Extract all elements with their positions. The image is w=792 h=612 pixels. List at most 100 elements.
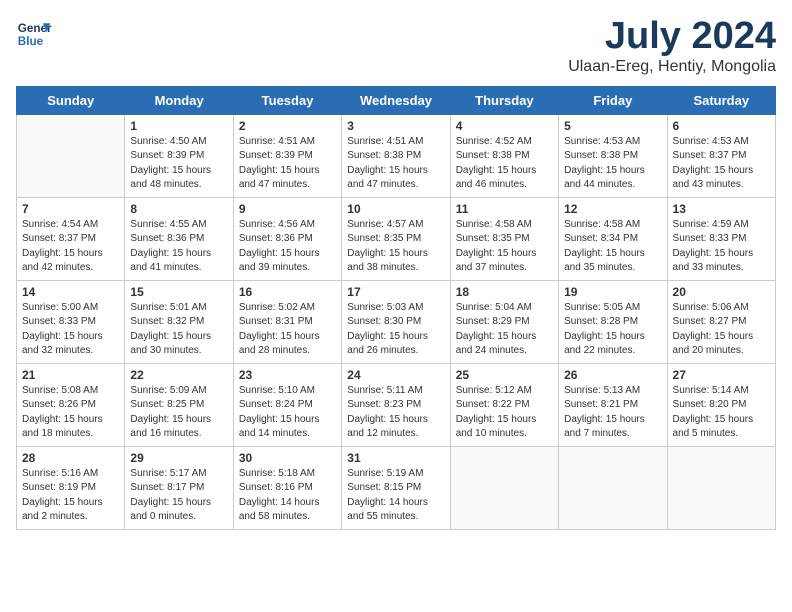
day-info: Sunrise: 4:50 AM Sunset: 8:39 PM Dayligh…	[130, 135, 227, 193]
day-number: 11	[456, 202, 553, 216]
day-info: Sunrise: 5:00 AM Sunset: 8:33 PM Dayligh…	[22, 301, 119, 359]
calendar-cell: 26 Sunrise: 5:13 AM Sunset: 8:21 PM Dayli…	[559, 363, 667, 446]
day-info: Sunrise: 5:03 AM Sunset: 8:30 PM Dayligh…	[347, 301, 444, 359]
calendar-cell: 9 Sunrise: 4:56 AM Sunset: 8:36 PM Daylig…	[233, 197, 341, 280]
day-number: 30	[239, 451, 336, 465]
calendar-cell	[17, 114, 125, 197]
day-info: Sunrise: 5:05 AM Sunset: 8:28 PM Dayligh…	[564, 301, 661, 359]
calendar-cell: 2Sunrise: 4:51 AM Sunset: 8:39 PM Daylig…	[233, 114, 341, 197]
day-number: 18	[456, 285, 553, 299]
day-number: 14	[22, 285, 119, 299]
calendar-cell: 20 Sunrise: 5:06 AM Sunset: 8:27 PM Dayli…	[667, 280, 775, 363]
calendar-cell: 11Sunrise: 4:58 AM Sunset: 8:35 PM Dayli…	[450, 197, 558, 280]
calendar-cell: 22 Sunrise: 5:09 AM Sunset: 8:25 PM Dayli…	[125, 363, 233, 446]
day-info: Sunrise: 5:11 AM Sunset: 8:23 PM Dayligh…	[347, 384, 444, 442]
day-number: 26	[564, 368, 661, 382]
day-info: Sunrise: 4:53 AM Sunset: 8:37 PM Dayligh…	[673, 135, 770, 193]
month-title: July 2024	[568, 16, 776, 58]
weekday-header-thursday: Thursday	[450, 86, 558, 114]
day-info: Sunrise: 4:56 AM Sunset: 8:36 PM Dayligh…	[239, 218, 336, 276]
calendar-cell: 28Sunrise: 5:16 AM Sunset: 8:19 PM Dayli…	[17, 446, 125, 529]
calendar-cell: 8 Sunrise: 4:55 AM Sunset: 8:36 PM Daylig…	[125, 197, 233, 280]
calendar-cell: 19 Sunrise: 5:05 AM Sunset: 8:28 PM Dayli…	[559, 280, 667, 363]
day-info: Sunrise: 5:04 AM Sunset: 8:29 PM Dayligh…	[456, 301, 553, 359]
day-number: 21	[22, 368, 119, 382]
day-info: Sunrise: 5:01 AM Sunset: 8:32 PM Dayligh…	[130, 301, 227, 359]
day-info: Sunrise: 5:08 AM Sunset: 8:26 PM Dayligh…	[22, 384, 119, 442]
day-info: Sunrise: 5:09 AM Sunset: 8:25 PM Dayligh…	[130, 384, 227, 442]
day-number: 4	[456, 119, 553, 133]
day-number: 12	[564, 202, 661, 216]
weekday-header-wednesday: Wednesday	[342, 86, 450, 114]
calendar-cell	[667, 446, 775, 529]
day-info: Sunrise: 5:14 AM Sunset: 8:20 PM Dayligh…	[673, 384, 770, 442]
day-info: Sunrise: 4:52 AM Sunset: 8:38 PM Dayligh…	[456, 135, 553, 193]
day-number: 20	[673, 285, 770, 299]
day-info: Sunrise: 5:02 AM Sunset: 8:31 PM Dayligh…	[239, 301, 336, 359]
day-number: 10	[347, 202, 444, 216]
day-info: Sunrise: 5:06 AM Sunset: 8:27 PM Dayligh…	[673, 301, 770, 359]
week-row-3: 14 Sunrise: 5:00 AM Sunset: 8:33 PM Dayli…	[17, 280, 776, 363]
day-number: 16	[239, 285, 336, 299]
weekday-header-monday: Monday	[125, 86, 233, 114]
location-title: Ulaan-Ereg, Hentiy, Mongolia	[568, 58, 776, 76]
day-info: Sunrise: 4:58 AM Sunset: 8:34 PM Dayligh…	[564, 218, 661, 276]
day-number: 5	[564, 119, 661, 133]
day-info: Sunrise: 5:19 AM Sunset: 8:15 PM Dayligh…	[347, 467, 444, 525]
weekday-header-row: SundayMondayTuesdayWednesdayThursdayFrid…	[17, 86, 776, 114]
calendar-cell: 16 Sunrise: 5:02 AM Sunset: 8:31 PM Dayli…	[233, 280, 341, 363]
calendar-cell: 24 Sunrise: 5:11 AM Sunset: 8:23 PM Dayli…	[342, 363, 450, 446]
day-number: 29	[130, 451, 227, 465]
day-info: Sunrise: 5:17 AM Sunset: 8:17 PM Dayligh…	[130, 467, 227, 525]
day-number: 25	[456, 368, 553, 382]
svg-text:Blue: Blue	[18, 35, 44, 48]
day-info: Sunrise: 5:12 AM Sunset: 8:22 PM Dayligh…	[456, 384, 553, 442]
calendar-cell: 21 Sunrise: 5:08 AM Sunset: 8:26 PM Dayli…	[17, 363, 125, 446]
day-number: 9	[239, 202, 336, 216]
calendar-cell: 25 Sunrise: 5:12 AM Sunset: 8:22 PM Dayli…	[450, 363, 558, 446]
week-row-5: 28Sunrise: 5:16 AM Sunset: 8:19 PM Dayli…	[17, 446, 776, 529]
calendar-cell	[559, 446, 667, 529]
day-info: Sunrise: 4:55 AM Sunset: 8:36 PM Dayligh…	[130, 218, 227, 276]
calendar-cell: 31Sunrise: 5:19 AM Sunset: 8:15 PM Dayli…	[342, 446, 450, 529]
calendar-cell: 6Sunrise: 4:53 AM Sunset: 8:37 PM Daylig…	[667, 114, 775, 197]
day-info: Sunrise: 5:18 AM Sunset: 8:16 PM Dayligh…	[239, 467, 336, 525]
calendar-cell: 15 Sunrise: 5:01 AM Sunset: 8:32 PM Dayli…	[125, 280, 233, 363]
day-number: 3	[347, 119, 444, 133]
calendar-cell: 27Sunrise: 5:14 AM Sunset: 8:20 PM Dayli…	[667, 363, 775, 446]
title-area: July 2024 Ulaan-Ereg, Hentiy, Mongolia	[568, 16, 776, 76]
weekday-header-saturday: Saturday	[667, 86, 775, 114]
day-info: Sunrise: 4:54 AM Sunset: 8:37 PM Dayligh…	[22, 218, 119, 276]
weekday-header-tuesday: Tuesday	[233, 86, 341, 114]
calendar-cell	[450, 446, 558, 529]
calendar-cell: 17 Sunrise: 5:03 AM Sunset: 8:30 PM Dayli…	[342, 280, 450, 363]
day-number: 24	[347, 368, 444, 382]
calendar-cell: 10 Sunrise: 4:57 AM Sunset: 8:35 PM Dayli…	[342, 197, 450, 280]
day-number: 1	[130, 119, 227, 133]
calendar: SundayMondayTuesdayWednesdayThursdayFrid…	[16, 86, 776, 530]
logo-icon: General Blue	[16, 16, 52, 52]
day-number: 7	[22, 202, 119, 216]
day-info: Sunrise: 4:57 AM Sunset: 8:35 PM Dayligh…	[347, 218, 444, 276]
calendar-cell: 3Sunrise: 4:51 AM Sunset: 8:38 PM Daylig…	[342, 114, 450, 197]
weekday-header-friday: Friday	[559, 86, 667, 114]
calendar-cell: 23 Sunrise: 5:10 AM Sunset: 8:24 PM Dayli…	[233, 363, 341, 446]
week-row-2: 7 Sunrise: 4:54 AM Sunset: 8:37 PM Daylig…	[17, 197, 776, 280]
day-info: Sunrise: 5:13 AM Sunset: 8:21 PM Dayligh…	[564, 384, 661, 442]
day-number: 15	[130, 285, 227, 299]
day-info: Sunrise: 4:59 AM Sunset: 8:33 PM Dayligh…	[673, 218, 770, 276]
week-row-1: 1 Sunrise: 4:50 AM Sunset: 8:39 PM Daylig…	[17, 114, 776, 197]
logo: General Blue General Blue	[16, 16, 52, 52]
weekday-header-sunday: Sunday	[17, 86, 125, 114]
day-info: Sunrise: 5:10 AM Sunset: 8:24 PM Dayligh…	[239, 384, 336, 442]
day-number: 22	[130, 368, 227, 382]
day-info: Sunrise: 4:51 AM Sunset: 8:39 PM Dayligh…	[239, 135, 336, 193]
day-number: 8	[130, 202, 227, 216]
day-number: 23	[239, 368, 336, 382]
calendar-cell: 5Sunrise: 4:53 AM Sunset: 8:38 PM Daylig…	[559, 114, 667, 197]
day-number: 19	[564, 285, 661, 299]
calendar-cell: 12 Sunrise: 4:58 AM Sunset: 8:34 PM Dayli…	[559, 197, 667, 280]
calendar-cell: 13Sunrise: 4:59 AM Sunset: 8:33 PM Dayli…	[667, 197, 775, 280]
day-number: 17	[347, 285, 444, 299]
week-row-4: 21 Sunrise: 5:08 AM Sunset: 8:26 PM Dayli…	[17, 363, 776, 446]
